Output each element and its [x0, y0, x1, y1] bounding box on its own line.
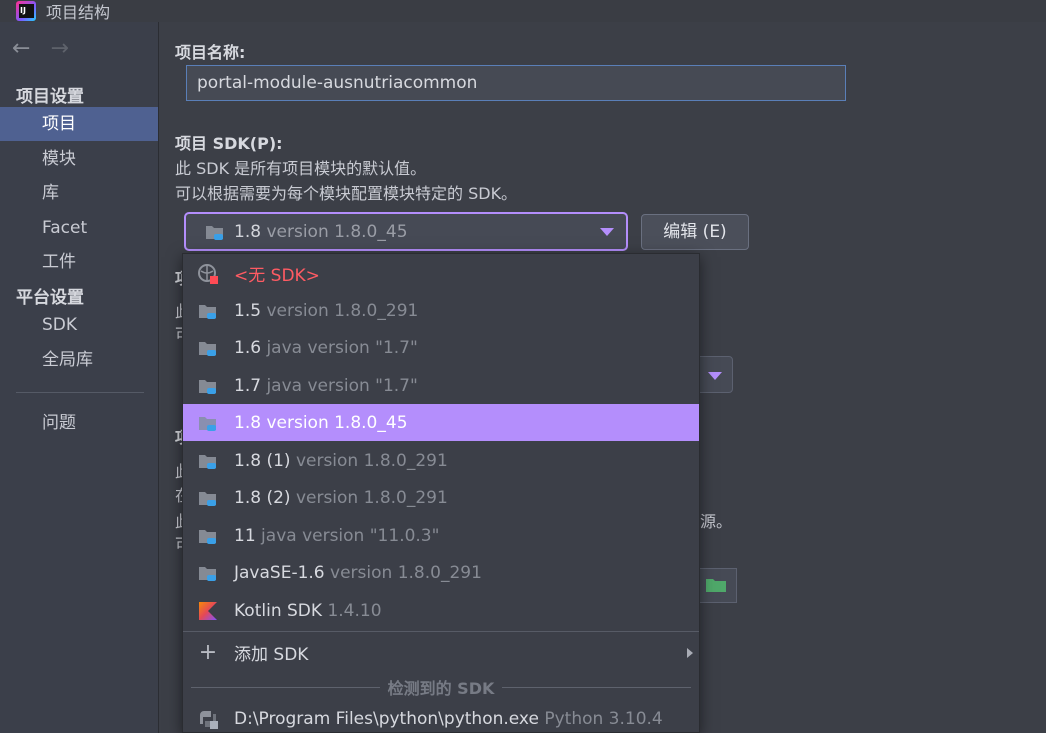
sidebar-item-problems[interactable]: 问题	[0, 406, 158, 440]
jdk-folder-icon	[199, 304, 216, 319]
sdk-option-name: 1.8	[234, 412, 262, 433]
intellij-logo-icon	[16, 1, 36, 21]
project-name-input[interactable]	[186, 65, 846, 101]
group-line	[502, 686, 691, 688]
project-sdk-label: 项目 SDK(P):	[175, 134, 283, 153]
folder-icon	[706, 579, 726, 592]
sidebar-item-artifacts[interactable]: 工件	[0, 245, 158, 279]
edit-sdk-button[interactable]: 编辑 (E)	[641, 214, 749, 250]
sidebar-item-global-libraries[interactable]: 全局库	[0, 343, 158, 377]
sidebar-divider	[16, 392, 144, 393]
sdk-option-name: 1.8 (2)	[234, 487, 291, 508]
group-line	[191, 686, 380, 688]
sdk-option-11[interactable]: 11 java version "11.0.3"	[183, 517, 699, 554]
sdk-option-label: <无 SDK>	[234, 266, 320, 286]
sdk-option-1-8-2[interactable]: 1.8 (2) version 1.8.0_291	[183, 479, 699, 516]
sdk-dropdown-popup: <无 SDK> 1.5 version 1.8.0_291 1.6 java v…	[182, 253, 700, 733]
sidebar-item-facets[interactable]: Facet	[0, 211, 158, 245]
language-level-combobox[interactable]	[695, 356, 733, 393]
globe-nosdk-icon	[198, 263, 218, 284]
jdk-folder-icon	[199, 491, 216, 506]
sdk-option-version: java version "11.0.3"	[261, 525, 440, 546]
sdk-option-name: JavaSE-1.6	[234, 562, 325, 583]
sdk-option-1-6[interactable]: 1.6 java version "1.7"	[183, 329, 699, 366]
forward-arrow-icon[interactable]: →	[50, 36, 68, 61]
python-icon	[200, 710, 218, 729]
detected-sdk-label: 检测到的 SDK	[387, 679, 495, 698]
hidden-text-right: 源。	[700, 512, 733, 531]
jdk-folder-icon	[199, 566, 216, 581]
popup-separator	[183, 631, 699, 632]
sdk-option-name: 1.5	[234, 300, 262, 321]
sdk-option-version: version 1.8.0_291	[295, 450, 448, 471]
sdk-option-name: 1.7	[234, 375, 262, 396]
detected-sdk-version: Python 3.10.4	[544, 708, 663, 729]
sidebar-item-sdks[interactable]: SDK	[0, 308, 158, 342]
sdk-option-javase-1-6[interactable]: JavaSE-1.6 version 1.8.0_291	[183, 554, 699, 591]
sdk-option-none[interactable]: <无 SDK>	[183, 255, 699, 292]
sdk-option-version: java version "1.7"	[266, 375, 418, 396]
sdk-option-name: Kotlin SDK	[234, 600, 323, 621]
detected-sdk-path: D:\Program Files\python\python.exe	[234, 708, 539, 729]
browse-folder-button[interactable]	[695, 568, 737, 603]
sdk-description-2: 可以根据需要为每个模块配置模块特定的 SDK。	[175, 184, 518, 203]
sdk-combo-value: 1.8 version 1.8.0_45	[234, 222, 408, 242]
window-title: 项目结构	[46, 3, 111, 22]
plus-icon: +	[198, 639, 218, 665]
sdk-description-1: 此 SDK 是所有项目模块的默认值。	[175, 159, 427, 178]
sdk-option-name: 1.8 (1)	[234, 450, 291, 471]
jdk-folder-icon	[199, 379, 216, 394]
jdk-folder-icon	[199, 416, 216, 431]
jdk-folder-icon	[199, 341, 216, 356]
project-sdk-combobox[interactable]: 1.8 version 1.8.0_45	[184, 212, 628, 251]
jdk-folder-icon	[199, 454, 216, 469]
sdk-option-version: version 1.8.0_291	[266, 300, 419, 321]
sidebar-item-modules[interactable]: 模块	[0, 142, 158, 176]
add-sdk-menu-item[interactable]: + 添加 SDK	[183, 634, 699, 671]
sdk-option-version: 1.4.10	[327, 600, 382, 621]
project-name-label: 项目名称:	[175, 43, 246, 62]
chevron-down-icon	[600, 228, 614, 236]
sidebar-item-project[interactable]: 项目	[0, 107, 158, 141]
back-arrow-icon[interactable]: ←	[12, 36, 30, 61]
sdk-option-kotlin[interactable]: Kotlin SDK 1.4.10	[183, 592, 699, 629]
sdk-option-version: version 1.8.0_291	[330, 562, 482, 583]
jdk-folder-icon	[199, 529, 216, 544]
sidebar: ← → 项目设置 项目 模块 库 Facet 工件 平台设置 SDK 全局库 问…	[0, 22, 159, 733]
sdk-combo-version: version 1.8.0_45	[266, 221, 408, 242]
nav-arrows: ← →	[12, 36, 69, 61]
detected-sdk-group-header: 检测到的 SDK	[183, 676, 699, 698]
platform-settings-header: 平台设置	[16, 288, 84, 308]
title-bar: 项目结构	[0, 0, 1046, 22]
sdk-option-1-8-1[interactable]: 1.8 (1) version 1.8.0_291	[183, 442, 699, 479]
chevron-down-icon	[708, 372, 722, 380]
sdk-combo-name: 1.8	[234, 221, 262, 242]
submenu-arrow-icon	[687, 648, 693, 658]
sdk-option-name: 11	[234, 525, 256, 546]
sdk-option-version: java version "1.7"	[266, 337, 418, 358]
sdk-option-name: 1.6	[234, 337, 262, 358]
add-sdk-label: 添加 SDK	[234, 645, 309, 665]
detected-sdk-python[interactable]: D:\Program Files\python\python.exe Pytho…	[183, 700, 699, 733]
sdk-option-1-5[interactable]: 1.5 version 1.8.0_291	[183, 292, 699, 329]
project-settings-header: 项目设置	[16, 87, 84, 107]
sdk-option-version: version 1.8.0_45	[266, 412, 408, 433]
sdk-option-1-7[interactable]: 1.7 java version "1.7"	[183, 367, 699, 404]
kotlin-icon	[199, 601, 217, 620]
sidebar-item-libraries[interactable]: 库	[0, 176, 158, 210]
jdk-folder-icon	[206, 225, 223, 240]
sdk-option-1-8-selected[interactable]: 1.8 version 1.8.0_45	[183, 404, 699, 441]
sdk-option-version: version 1.8.0_291	[295, 487, 448, 508]
